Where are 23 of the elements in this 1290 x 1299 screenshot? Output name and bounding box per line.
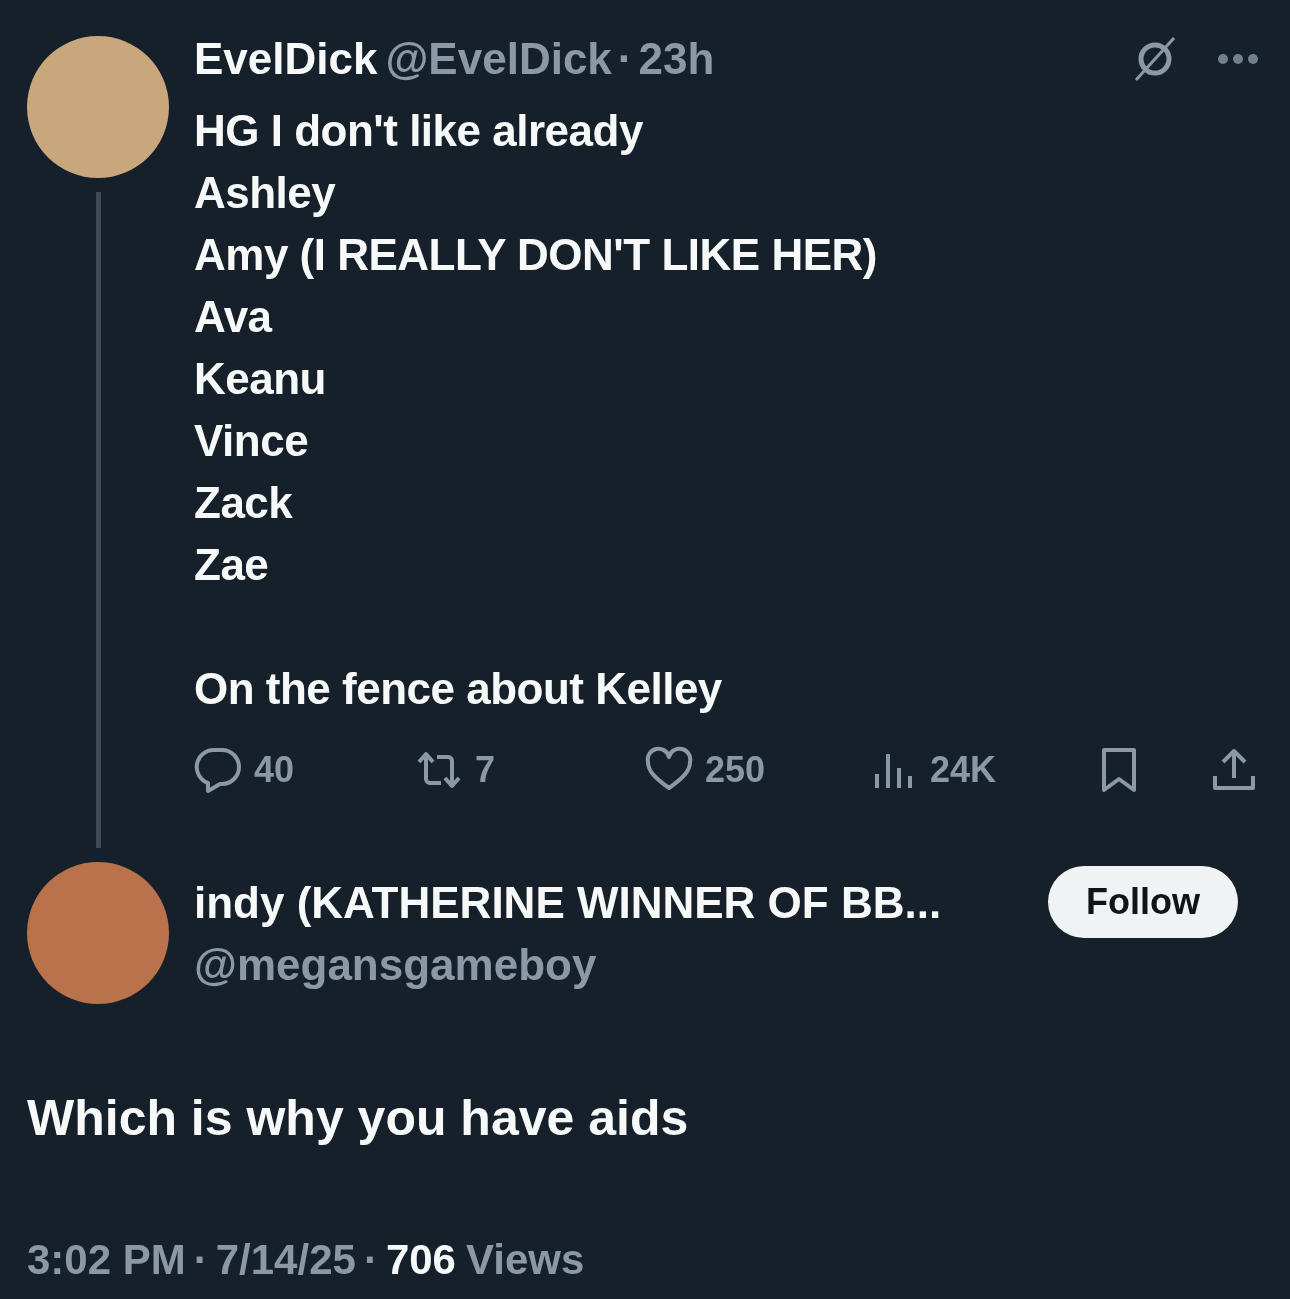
speech-bubble-icon[interactable]	[194, 746, 242, 794]
separator-dot: ·	[363, 1236, 378, 1284]
post-text: On the fence about Kelley	[194, 663, 723, 715]
display-name[interactable]: indy (KATHERINE WINNER OF BB...	[194, 872, 1048, 934]
action-count: 7	[475, 749, 496, 791]
views-label: Views	[465, 1236, 585, 1284]
more-icon[interactable]	[1216, 52, 1260, 66]
post-text: HG I don't like already Ashley Amy (I REALLY DON'T LIKE HER) Ava Keanu Vince Zack Zae	[194, 105, 878, 591]
view-count: 706	[385, 1236, 456, 1284]
action-count: 40	[254, 749, 295, 791]
separator-dot: ·	[193, 1236, 208, 1284]
slashed-circle-icon[interactable]	[1132, 36, 1178, 82]
action-count: 250	[705, 749, 766, 791]
post-text: Which is why you have aids	[27, 1089, 690, 1148]
user-handle[interactable]: @EvelDick	[385, 34, 612, 84]
action-count: 24K	[930, 749, 997, 791]
display-name[interactable]: EvelDick	[194, 34, 378, 84]
post-date[interactable]: 7/14/25	[215, 1236, 356, 1284]
separator-dot: ·	[617, 34, 633, 84]
post-time[interactable]: 3:02 PM	[27, 1236, 186, 1284]
follow-button[interactable]: Follow	[1048, 866, 1238, 938]
user-handle[interactable]: @megansgameboy	[194, 934, 1048, 996]
post-time[interactable]: 23h	[638, 34, 715, 84]
